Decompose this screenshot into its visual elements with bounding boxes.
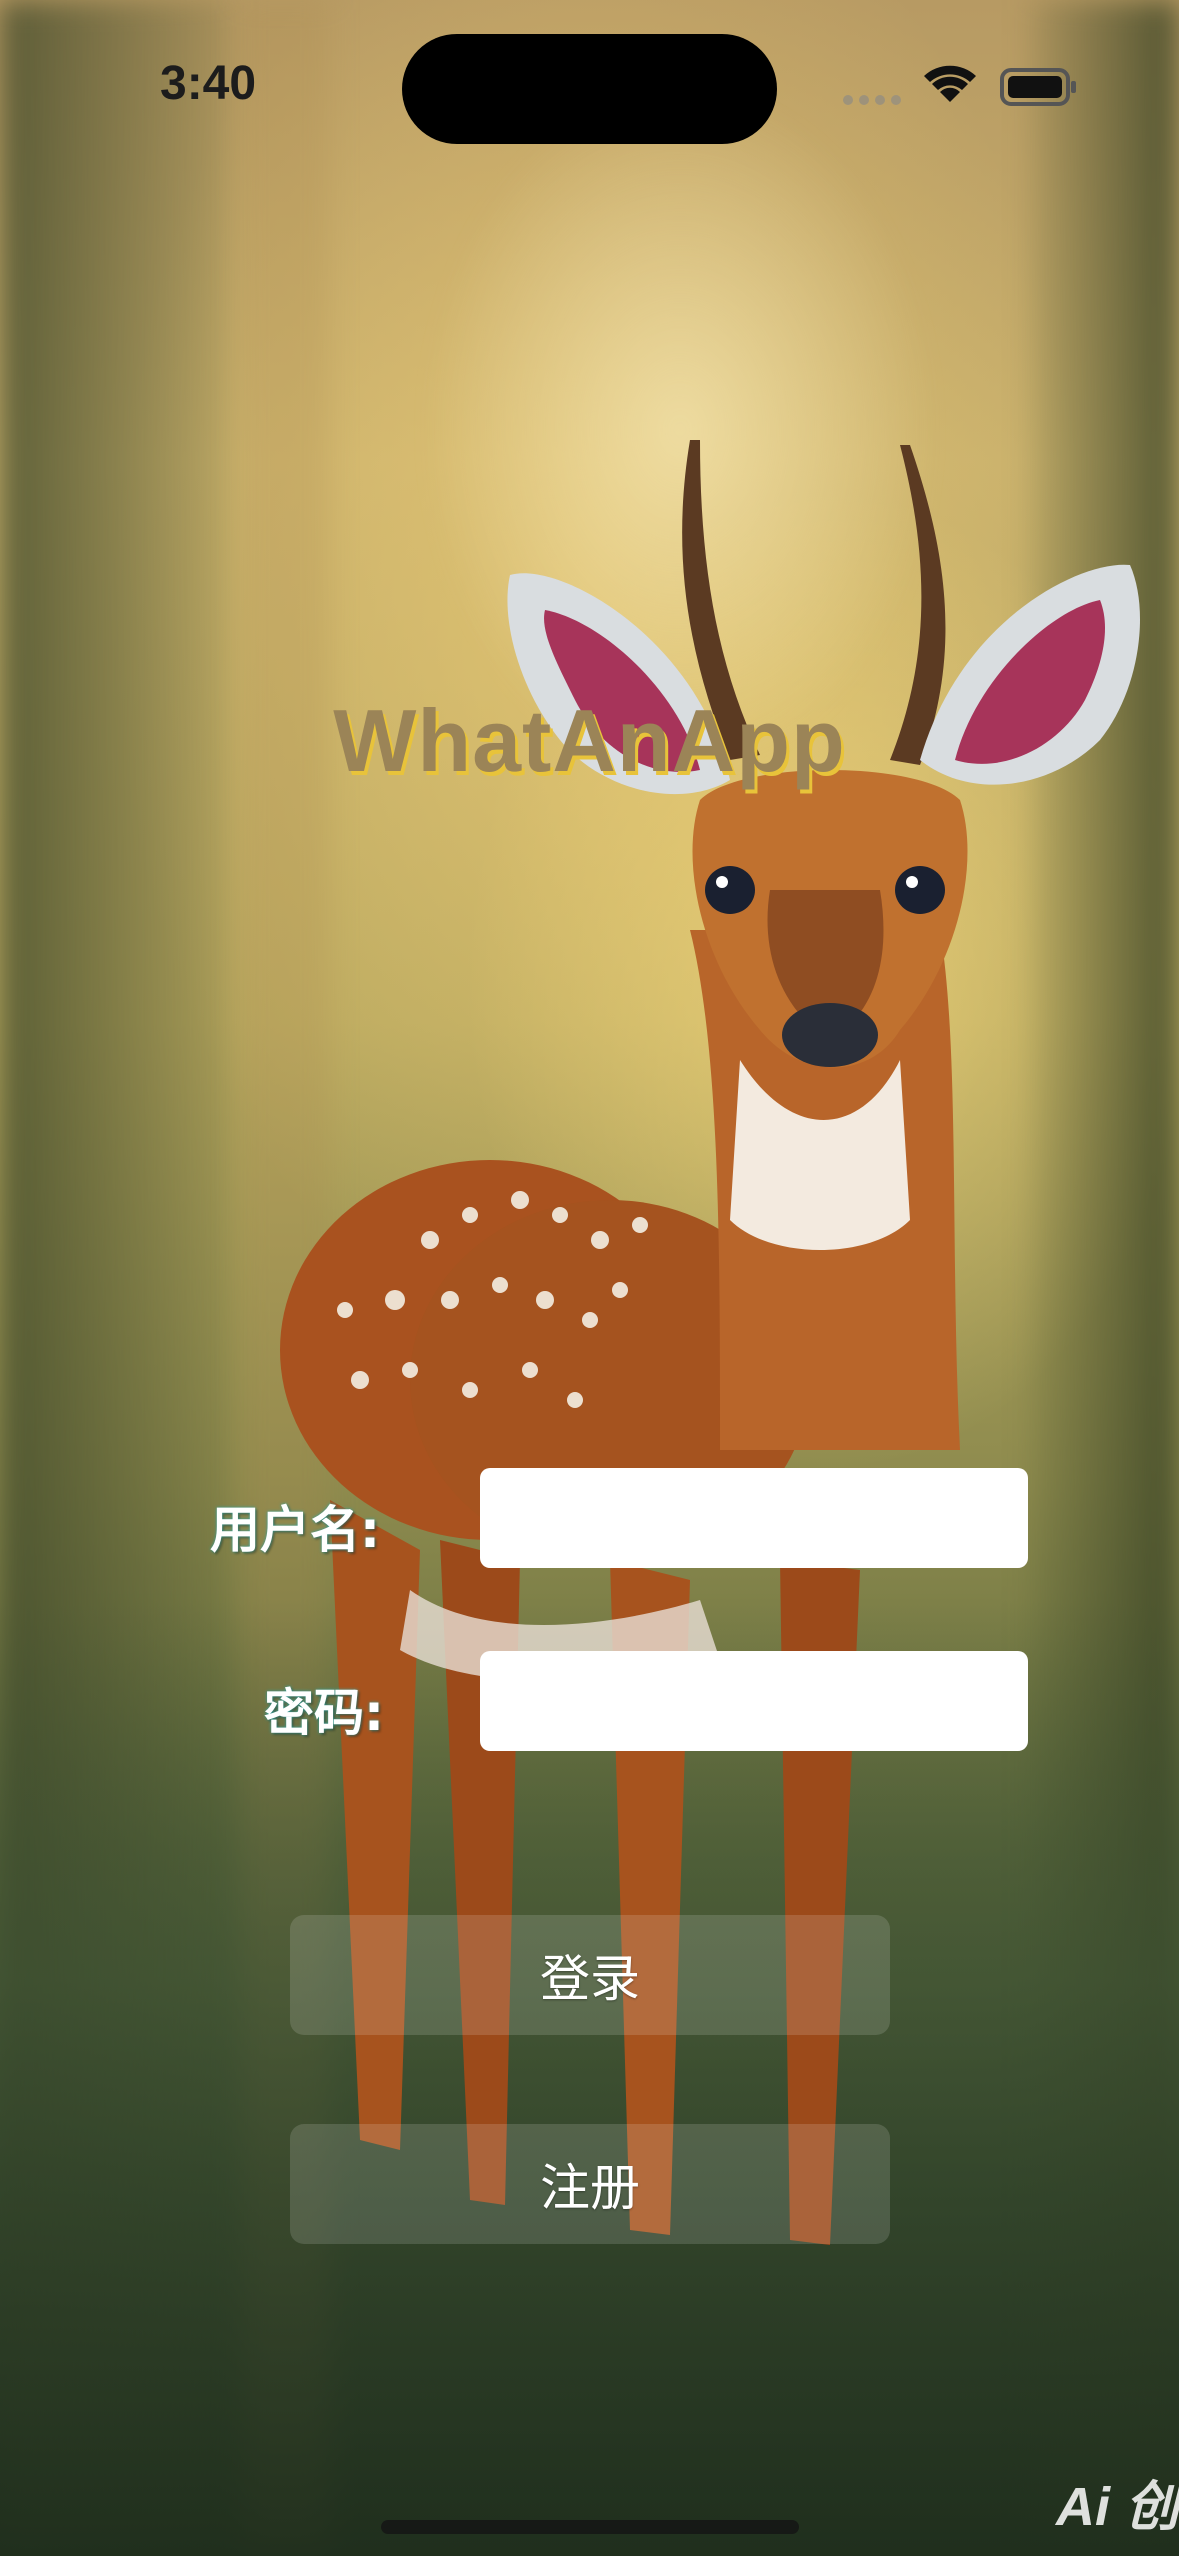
login-screen: 3:40 WhatAnApp 用户名: 密码: 登录 注册 Ai 创 <box>0 0 1179 2556</box>
dynamic-island <box>402 34 777 144</box>
username-label: 用户名: <box>210 1501 380 1559</box>
wifi-icon <box>924 65 976 102</box>
status-bar-icons <box>843 65 1076 106</box>
login-button[interactable]: 登录 <box>290 1915 890 2035</box>
app-title: WhatAnApp <box>333 691 846 790</box>
status-bar-time: 3:40 <box>160 57 257 110</box>
username-input[interactable] <box>480 1468 1028 1568</box>
home-indicator[interactable] <box>381 2520 799 2534</box>
password-label: 密码: <box>264 1684 384 1742</box>
battery-icon <box>1000 68 1076 106</box>
password-input[interactable] <box>480 1651 1028 1751</box>
register-button[interactable]: 注册 <box>290 2124 890 2244</box>
ai-watermark: Ai 创 <box>1055 2477 1179 2537</box>
signal-dots-icon <box>843 95 901 105</box>
